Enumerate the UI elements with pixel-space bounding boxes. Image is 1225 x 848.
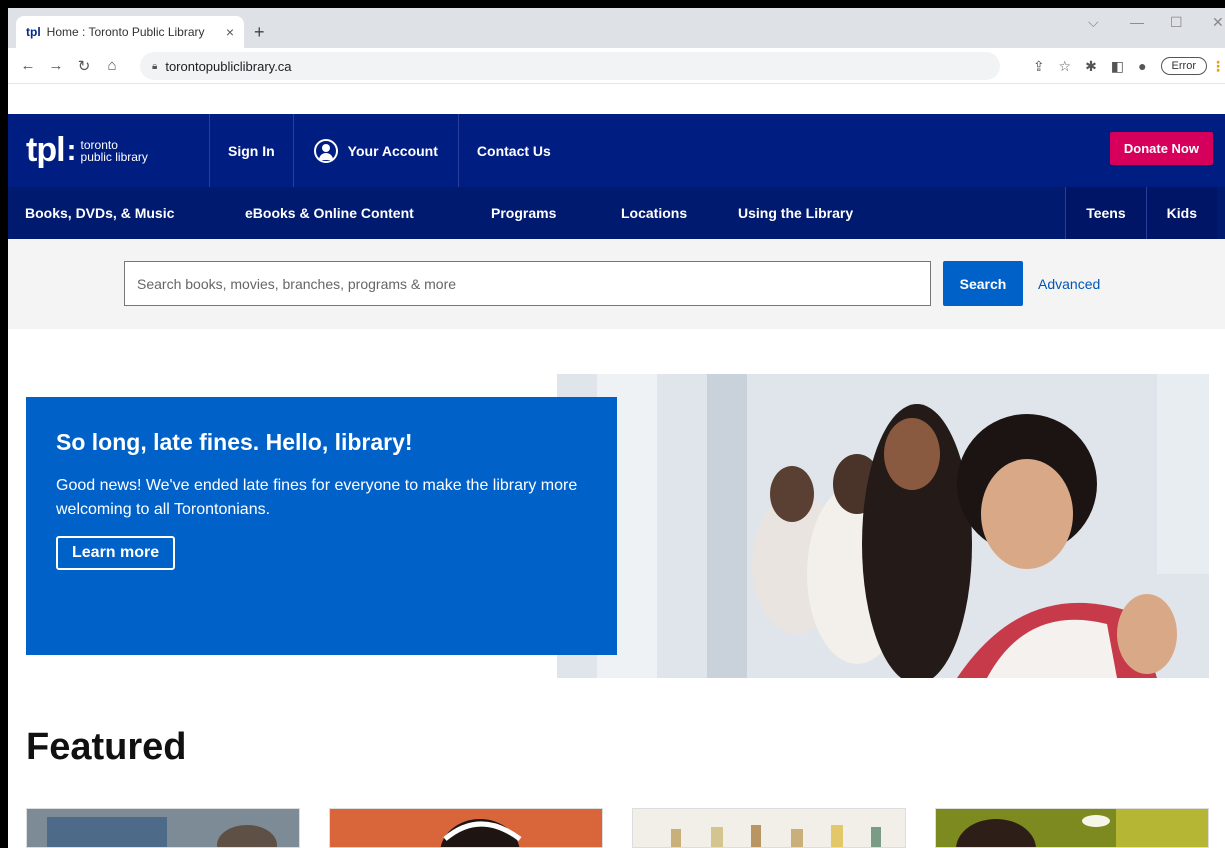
featured-card[interactable] bbox=[329, 808, 603, 848]
search-band: Search Advanced bbox=[8, 239, 1225, 329]
logo-mark: tpl bbox=[26, 131, 66, 169]
maximize-icon[interactable]: ☐ bbox=[1170, 14, 1183, 31]
toolbar-actions: ⇪ ☆ ✱ ◧ ● Error ⋮ bbox=[1033, 52, 1225, 80]
extensions-icon[interactable]: ✱ bbox=[1085, 58, 1097, 75]
featured-card-image bbox=[936, 809, 1208, 847]
search-button[interactable]: Search bbox=[943, 261, 1023, 306]
contact-us-label: Contact Us bbox=[476, 142, 551, 159]
featured-heading: Featured bbox=[26, 726, 187, 768]
tab-close-icon[interactable]: × bbox=[226, 24, 234, 40]
browser-tab[interactable]: tpl Home : Toronto Public Library × bbox=[16, 16, 244, 48]
account-icon bbox=[313, 138, 338, 163]
nav-books-dvds-music[interactable]: Books, DVDs, & Music bbox=[25, 205, 174, 221]
browser-toolbar: ← → ↻ ⌂ 🔒︎ torontopubliclibrary.ca ⇪ ☆ ✱… bbox=[8, 48, 1225, 84]
your-account-link[interactable]: Your Account bbox=[294, 114, 459, 187]
featured-card[interactable] bbox=[632, 808, 906, 848]
featured-card-image bbox=[330, 809, 602, 847]
url-text: torontopubliclibrary.ca bbox=[165, 58, 292, 74]
sign-in-link[interactable]: Sign In bbox=[210, 114, 294, 187]
search-input[interactable] bbox=[124, 261, 931, 306]
advanced-search-link[interactable]: Advanced bbox=[1038, 276, 1100, 292]
address-bar[interactable]: 🔒︎ torontopubliclibrary.ca bbox=[140, 52, 1000, 80]
hero-body: Good news! We've ended late fines for ev… bbox=[56, 477, 578, 518]
back-icon[interactable]: ← bbox=[14, 57, 42, 74]
close-window-icon[interactable]: ✕ bbox=[1212, 14, 1224, 31]
bookmark-star-icon[interactable]: ☆ bbox=[1059, 58, 1072, 75]
logo-text: toronto public library bbox=[81, 139, 148, 163]
nav-programs[interactable]: Programs bbox=[491, 205, 556, 221]
tab-search-icon[interactable]: ⌵ bbox=[1088, 14, 1099, 31]
nav-using-the-library[interactable]: Using the Library bbox=[738, 205, 853, 221]
contact-us-link[interactable]: Contact Us bbox=[459, 114, 569, 187]
featured-card-image bbox=[633, 809, 905, 847]
featured-card-image bbox=[27, 809, 299, 847]
hero-card: So long, late fines. Hello, library! Goo… bbox=[26, 397, 617, 655]
profile-icon[interactable]: ● bbox=[1138, 58, 1146, 74]
hero-photo-illustration bbox=[557, 374, 1209, 678]
lock-icon: 🔒︎ bbox=[152, 60, 158, 72]
new-tab-button[interactable]: + bbox=[254, 22, 265, 43]
tpl-logo[interactable]: tpl : toronto public library bbox=[8, 114, 210, 187]
learn-more-button[interactable]: Learn more bbox=[56, 536, 176, 570]
nav-locations[interactable]: Locations bbox=[621, 205, 687, 221]
minimize-icon[interactable]: — bbox=[1130, 14, 1144, 30]
logo-line2: public library bbox=[80, 149, 148, 164]
nav-ebooks-online[interactable]: eBooks & Online Content bbox=[245, 205, 414, 221]
audience-nav: Teens Kids bbox=[1065, 187, 1217, 239]
nav-teens[interactable]: Teens bbox=[1065, 187, 1146, 239]
donate-now-button[interactable]: Donate Now bbox=[1109, 132, 1213, 165]
logo-colon: : bbox=[66, 133, 77, 167]
tab-title: Home : Toronto Public Library bbox=[46, 25, 205, 39]
reload-icon[interactable]: ↻ bbox=[70, 57, 98, 75]
your-account-label: Your Account bbox=[347, 142, 438, 159]
hero-photo bbox=[557, 374, 1209, 678]
share-icon[interactable]: ⇪ bbox=[1033, 58, 1045, 75]
tpl-favicon-icon: tpl bbox=[26, 25, 41, 39]
nav-kids[interactable]: Kids bbox=[1145, 187, 1217, 239]
sign-in-label: Sign In bbox=[228, 142, 275, 159]
featured-card[interactable] bbox=[26, 808, 300, 848]
side-panel-icon[interactable]: ◧ bbox=[1111, 58, 1124, 75]
forward-icon[interactable]: → bbox=[42, 57, 70, 74]
menu-dots-icon[interactable]: ⋮ bbox=[1211, 58, 1225, 75]
browser-window: tpl Home : Toronto Public Library × + ⌵ … bbox=[8, 8, 1225, 848]
featured-card[interactable] bbox=[935, 808, 1209, 848]
error-badge[interactable]: Error bbox=[1160, 57, 1207, 75]
main-nav: Books, DVDs, & Music eBooks & Online Con… bbox=[8, 187, 1225, 239]
hero-title: So long, late fines. Hello, library! bbox=[56, 429, 413, 455]
site-header: tpl : toronto public library Sign In You… bbox=[8, 114, 1225, 187]
tab-strip: tpl Home : Toronto Public Library × + ⌵ … bbox=[8, 8, 1225, 48]
home-icon[interactable]: ⌂ bbox=[98, 57, 126, 74]
